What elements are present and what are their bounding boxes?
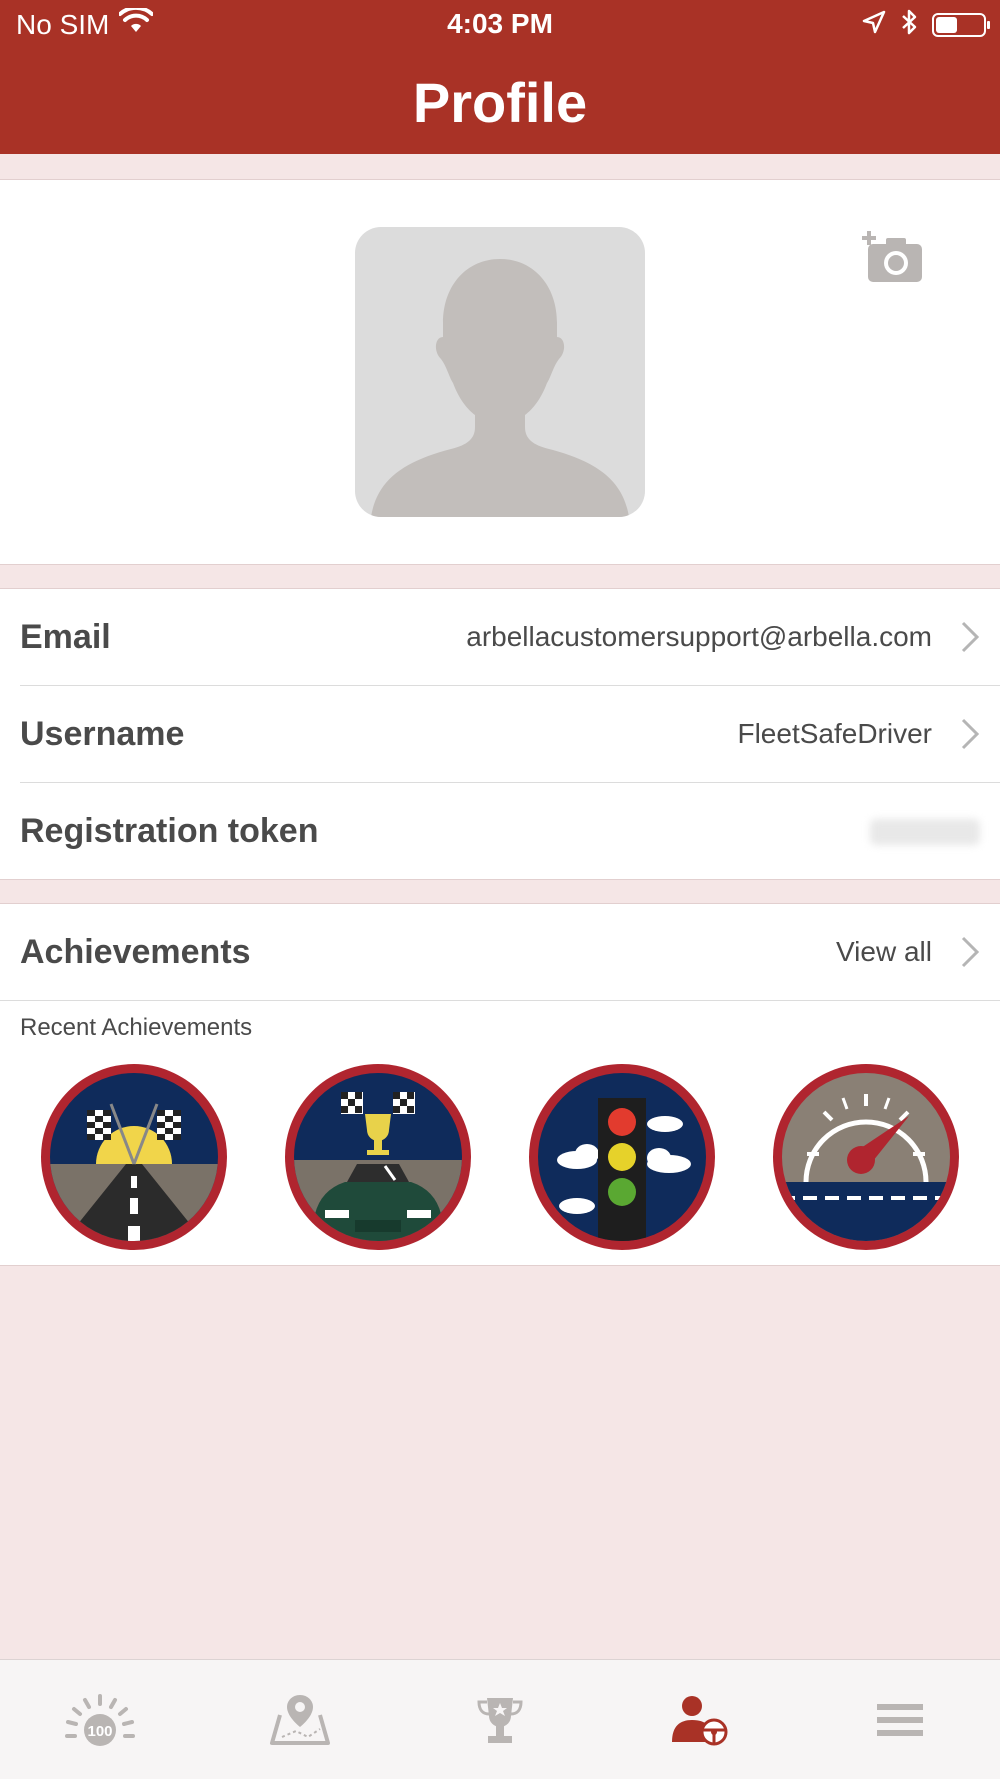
email-value: arbellacustomersupport@arbella.com [466, 621, 932, 652]
tab-leaderboard[interactable] [400, 1660, 600, 1779]
view-all-link[interactable]: View all [836, 904, 932, 1000]
bottom-tab-bar: 100 [0, 1659, 1000, 1779]
achievements-row[interactable]: Achievements View all [0, 904, 1000, 1000]
trophy-icon [477, 1697, 523, 1743]
tab-trips-map[interactable] [200, 1660, 400, 1779]
traffic-light-badge-icon[interactable] [529, 1064, 715, 1250]
map-pin-icon [270, 1694, 330, 1745]
username-value: FleetSafeDriver [737, 718, 932, 749]
header-bar: No SIM 4:03 PM Profile [0, 0, 1000, 154]
recent-achievements-label: Recent Achievements [20, 1014, 253, 1041]
registration-token-value-redacted [870, 819, 980, 845]
tab-menu[interactable] [800, 1660, 1000, 1779]
profile-driver-icon [672, 1695, 728, 1745]
avatar[interactable] [355, 227, 645, 517]
svg-text:100: 100 [87, 1723, 112, 1740]
achievements-section: Achievements View all Recent Achievement… [0, 903, 1000, 1266]
email-row[interactable]: Email arbellacustomersupport@arbella.com [0, 589, 1000, 685]
trophy-car-badge-icon[interactable] [285, 1064, 471, 1250]
finish-line-road-badge-icon[interactable] [41, 1064, 227, 1250]
profile-photo-section [0, 179, 1000, 565]
status-time: 4:03 PM [447, 8, 553, 39]
score-100-icon: 100 [65, 1693, 135, 1746]
email-label: Email [20, 618, 111, 656]
battery-level [936, 16, 957, 33]
username-label: Username [20, 715, 185, 753]
status-right [862, 8, 990, 41]
tab-score[interactable]: 100 [0, 1660, 200, 1779]
chevron-right-icon [961, 621, 980, 653]
registration-token-label: Registration token [20, 812, 319, 850]
chevron-right-icon [961, 718, 980, 750]
account-info-section: Email arbellacustomersupport@arbella.com… [0, 588, 1000, 880]
location-arrow-icon [862, 10, 886, 39]
chevron-right-icon [961, 936, 980, 968]
achievements-title: Achievements [20, 933, 251, 971]
row-divider [0, 1000, 1000, 1001]
tab-profile[interactable] [600, 1660, 800, 1779]
username-row[interactable]: Username FleetSafeDriver [0, 686, 1000, 782]
battery-icon [932, 12, 990, 37]
bluetooth-icon [900, 8, 918, 41]
add-photo-camera-icon[interactable] [862, 230, 926, 286]
speedometer-badge-icon[interactable] [773, 1064, 959, 1250]
registration-token-row: Registration token [0, 783, 1000, 879]
menu-icon [877, 1703, 923, 1736]
person-silhouette-icon [371, 259, 629, 517]
page-title: Profile [412, 71, 588, 134]
